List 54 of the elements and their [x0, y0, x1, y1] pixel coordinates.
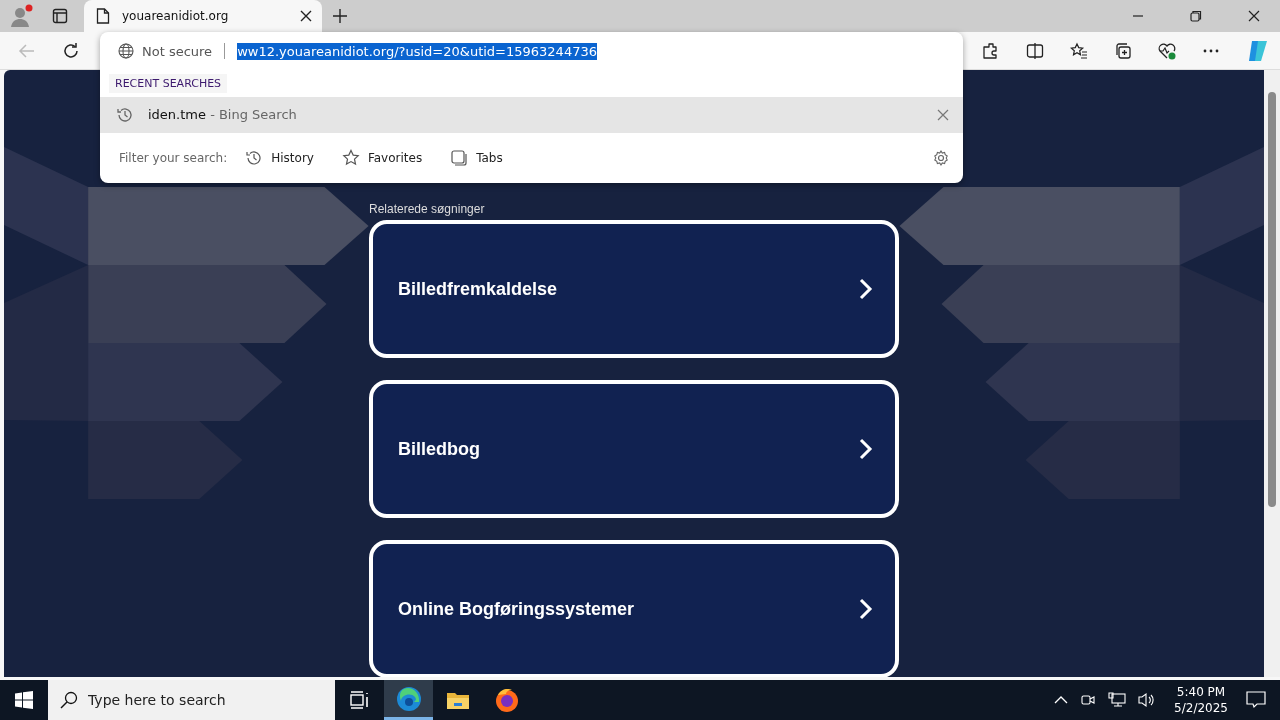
- filter-button[interactable]: History: [245, 149, 314, 167]
- tab-actions-icon[interactable]: [52, 8, 68, 24]
- windows-start-icon[interactable]: [15, 691, 33, 709]
- search-link-card[interactable]: Billedfremkaldelse: [369, 220, 899, 358]
- profile-icon[interactable]: [10, 4, 34, 28]
- network-icon[interactable]: [1108, 692, 1127, 708]
- filter-button[interactable]: Tabs: [450, 149, 503, 167]
- chevron-up-icon[interactable]: [1054, 695, 1069, 705]
- suggestion-item[interactable]: iden.tme - Bing Search: [100, 97, 963, 132]
- settings-icon[interactable]: [933, 150, 949, 166]
- split-screen-icon[interactable]: [1026, 41, 1044, 60]
- copilot-icon[interactable]: [1246, 38, 1270, 63]
- task-view-icon: [349, 691, 370, 709]
- security-label[interactable]: Not secure: [142, 43, 213, 59]
- camera-icon[interactable]: [1080, 692, 1097, 708]
- volume-icon[interactable]: [1138, 692, 1157, 708]
- health-icon[interactable]: [1158, 41, 1176, 60]
- search-link-card[interactable]: Online Bogføringssystemer: [369, 540, 899, 677]
- clock-time[interactable]: 5:40 PM: [1176, 684, 1226, 700]
- related-label: Relaterede søgninger: [369, 202, 486, 216]
- taskbar-app[interactable]: [384, 680, 433, 720]
- section-header: RECENT SEARCHES: [109, 74, 228, 93]
- notifications-icon[interactable]: [1246, 691, 1266, 709]
- clock-date[interactable]: 5/2/2025: [1174, 700, 1228, 716]
- star-icon: [341, 149, 360, 167]
- history-icon: [116, 105, 134, 124]
- filter-button[interactable]: Favorites: [341, 149, 423, 167]
- chevron-icon: [859, 598, 873, 620]
- remove-icon[interactable]: [937, 108, 949, 121]
- edge-icon: [395, 685, 422, 712]
- folder-icon: [445, 690, 470, 710]
- favorites-icon[interactable]: [1070, 41, 1088, 60]
- firefox-icon: [493, 687, 520, 713]
- search-icon: [60, 691, 78, 709]
- search-link-card[interactable]: Billedbog: [369, 380, 899, 518]
- restore-icon[interactable]: [1190, 10, 1202, 22]
- browser-tab[interactable]: youareanidiot.org: [84, 0, 322, 32]
- collections-icon[interactable]: [1114, 41, 1132, 60]
- filter-label: Filter your search:: [119, 151, 228, 165]
- close-icon[interactable]: [1248, 10, 1260, 22]
- history-icon: [245, 149, 264, 167]
- url-field[interactable]: ww12.youareanidiot.org/?usid=20&utid=15963244736: [237, 42, 597, 60]
- extensions-icon[interactable]: [982, 41, 1000, 60]
- new-tab-icon[interactable]: [332, 8, 348, 24]
- scrollbar[interactable]: [1264, 70, 1280, 677]
- page-icon: [96, 8, 110, 24]
- taskbar-search-field[interactable]: Type here to search: [48, 680, 335, 720]
- close-icon[interactable]: [300, 10, 312, 22]
- suggestion-text: iden.tme - Bing Search: [148, 107, 297, 122]
- chevron-icon: [859, 278, 873, 300]
- tabs-icon: [450, 149, 469, 167]
- chevron-icon: [859, 438, 873, 460]
- globe-icon: [118, 43, 134, 59]
- refresh-icon[interactable]: [62, 41, 80, 60]
